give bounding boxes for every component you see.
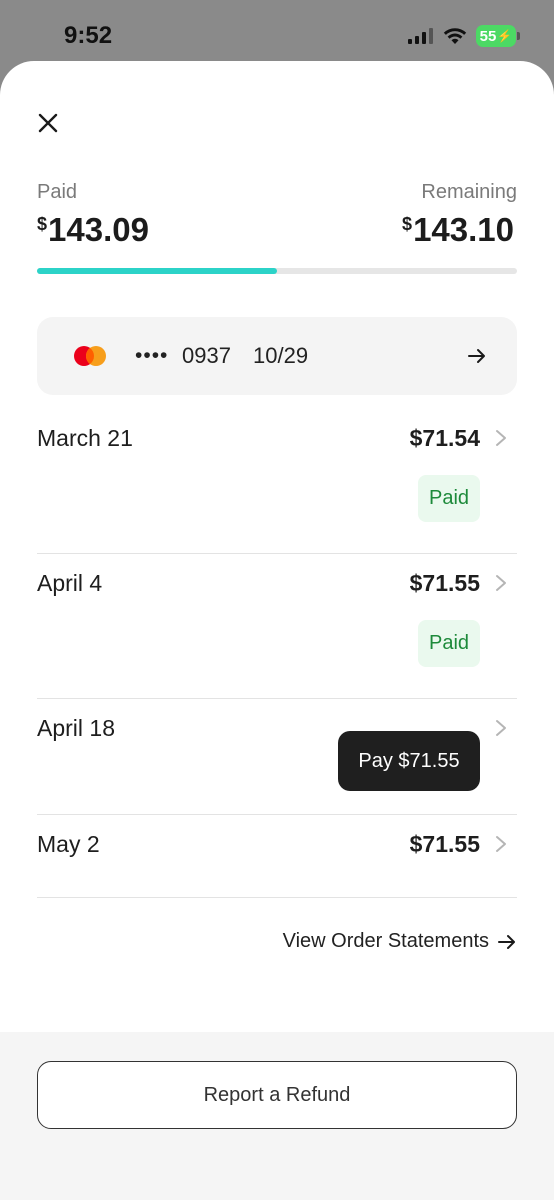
report-refund-button[interactable]: Report a Refund — [37, 1061, 517, 1129]
paid-currency: $ — [37, 214, 48, 234]
payment-method-row[interactable]: •••• 0937 10/29 — [37, 317, 517, 395]
paid-label: Paid — [37, 181, 78, 203]
installment-date: March 21 — [37, 425, 133, 451]
status-time: 9:52 — [64, 22, 113, 49]
remaining-amount: $ 143.10 — [402, 211, 514, 249]
status-bar: 9:52 55 ⚡ — [0, 0, 554, 62]
remaining-value: 143.10 — [413, 211, 514, 248]
view-order-statements-link[interactable]: View Order Statements — [283, 930, 517, 953]
installment-date: April 18 — [37, 715, 115, 741]
battery-level: 55 — [479, 27, 497, 45]
installment-row[interactable]: April 18 Pay $71.55 — [37, 699, 517, 815]
installment-row[interactable]: March 21 $71.54 Paid — [37, 409, 517, 554]
status-badge: Paid — [418, 475, 480, 522]
chevron-right-icon — [496, 836, 506, 852]
payment-sheet: Paid Remaining $ 143.09 $ 143.10 •••• 09… — [0, 61, 554, 1200]
charging-bolt-icon: ⚡ — [497, 29, 513, 43]
installment-row[interactable]: April 4 $71.55 Paid — [37, 554, 517, 699]
close-button[interactable] — [34, 109, 62, 137]
chevron-right-icon — [496, 720, 506, 736]
payment-progress-bar — [37, 268, 517, 274]
card-masked-digits: •••• — [135, 344, 169, 367]
installment-date: April 4 — [37, 570, 103, 596]
payment-progress-fill — [37, 268, 277, 274]
arrow-right-icon — [468, 349, 485, 363]
arrow-right-icon — [498, 934, 515, 949]
view-statements-label: View Order Statements — [282, 930, 489, 952]
pay-installment-button[interactable]: Pay $71.55 — [338, 731, 480, 791]
paid-value: 143.09 — [48, 211, 149, 248]
installment-amount: $71.55 — [409, 831, 480, 857]
footer: Report a Refund — [0, 1032, 554, 1200]
battery-charging-icon: 55 ⚡ — [476, 25, 520, 47]
chevron-right-icon — [496, 430, 506, 446]
close-icon — [38, 113, 58, 133]
installment-amount: $71.54 — [409, 425, 480, 451]
wifi-icon — [443, 28, 467, 44]
cellular-signal-icon — [408, 28, 433, 44]
mastercard-icon — [74, 346, 106, 366]
paid-amount: $ 143.09 — [37, 211, 149, 249]
status-badge: Paid — [418, 620, 480, 667]
installment-amount: $71.55 — [409, 570, 480, 596]
remaining-currency: $ — [402, 214, 413, 234]
status-icons: 55 ⚡ — [408, 25, 520, 47]
installment-date: May 2 — [37, 831, 100, 857]
installment-row[interactable]: May 2 $71.55 — [37, 815, 517, 898]
card-last4: 0937 — [182, 343, 231, 368]
card-expiry: 10/29 — [253, 343, 309, 368]
chevron-right-icon — [496, 575, 506, 591]
remaining-label: Remaining — [421, 181, 517, 203]
